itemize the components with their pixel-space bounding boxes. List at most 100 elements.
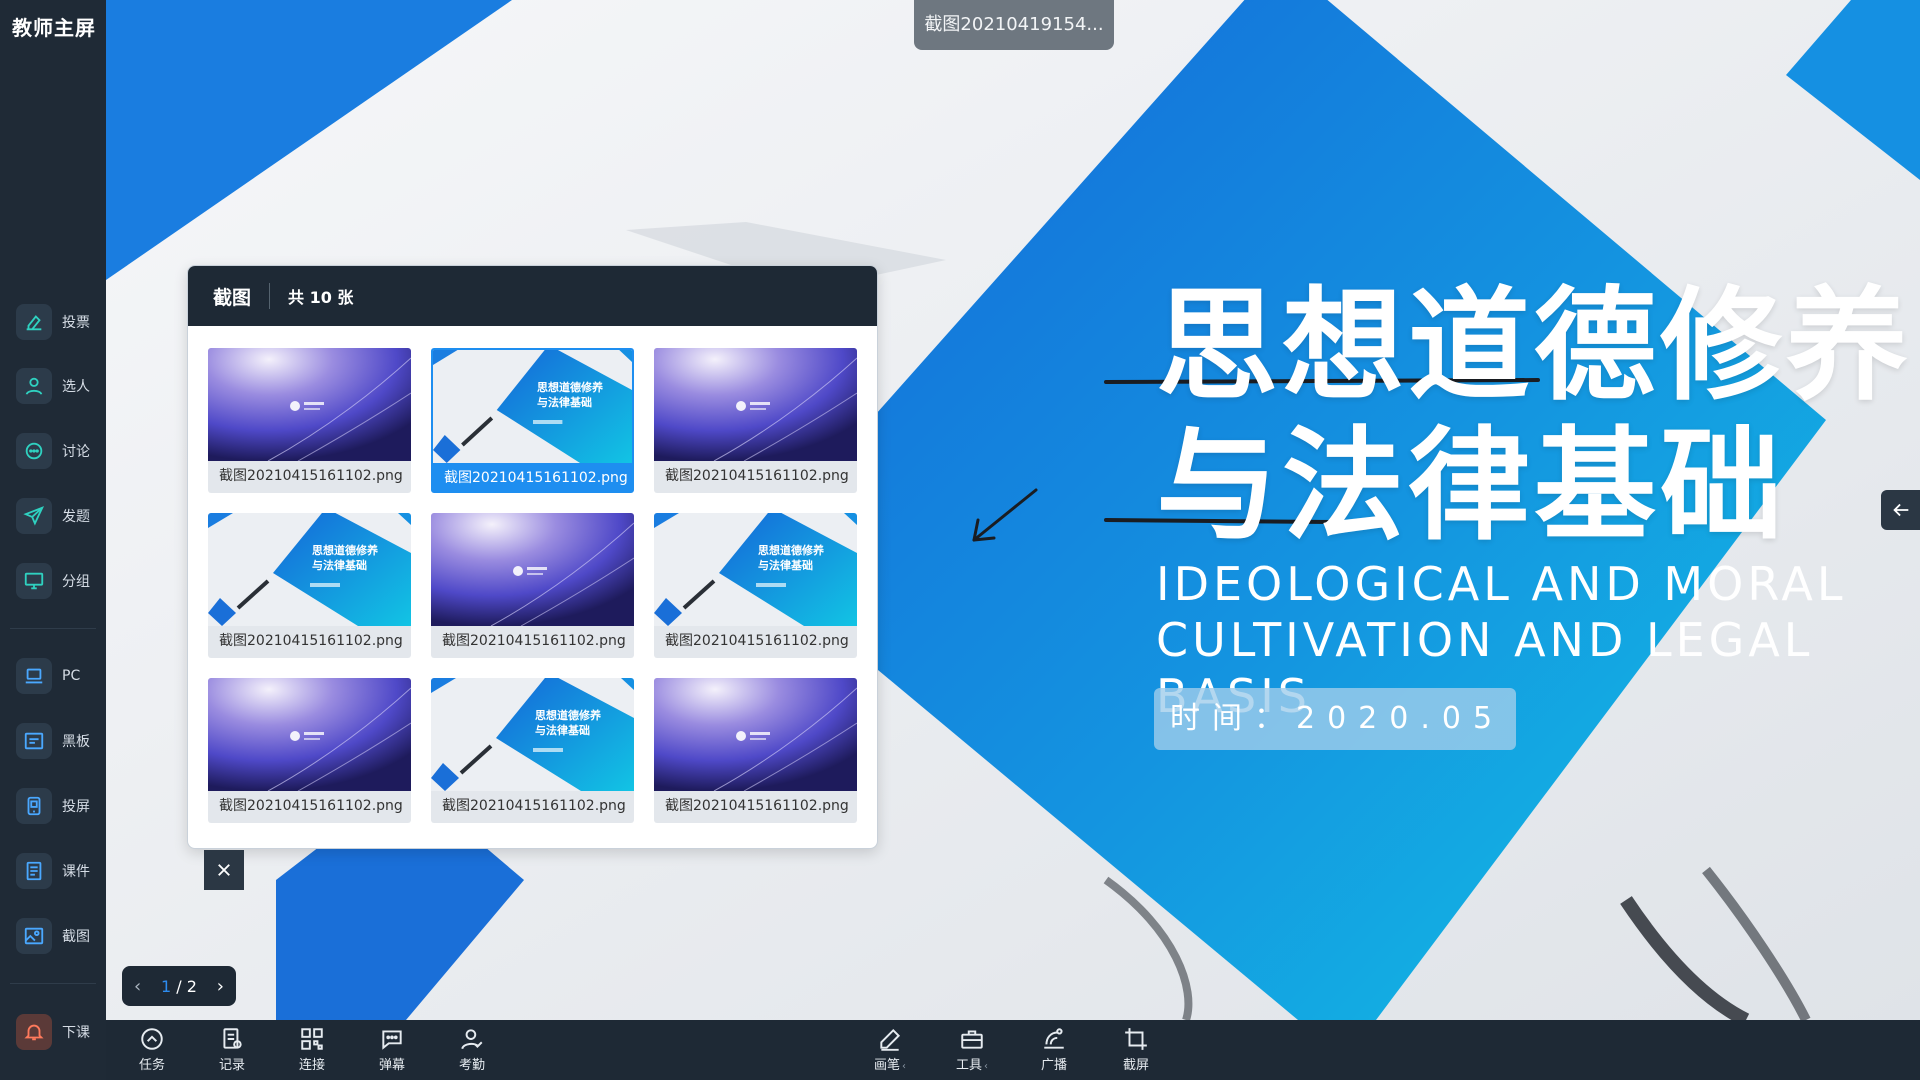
courseware-icon <box>16 853 52 889</box>
screenshot-thumbnail[interactable]: 思想道德修养 与法律基础 截图20210415161102.png <box>654 513 857 658</box>
screenshot-thumbnail[interactable]: 思想道德修养 与法律基础截图20210415161102.png <box>208 513 411 658</box>
screenshot-count: 共 10 张 <box>288 288 354 307</box>
thumbnail-slide-title: 思想道德修养 与法律基础 <box>535 709 601 737</box>
thumbnail-filename: 截图20210415161102.png <box>219 798 403 814</box>
toolbar-label: 工具 ‹ <box>955 1058 988 1073</box>
broadcast-icon <box>1044 1028 1064 1049</box>
thumbnail-filename: 截图20210415161102.png <box>219 468 403 484</box>
expand-panel-button[interactable] <box>1881 490 1920 530</box>
thumbnail-image <box>208 678 411 791</box>
screenshot-panel: 截图 共 10 张 截图20210415161102.png思想道德修养 与法律… <box>187 265 878 849</box>
vote-icon <box>16 304 52 340</box>
toolbar-attendance-button[interactable]: 考勤 <box>442 1026 502 1076</box>
sidebar-item-end-class[interactable]: 下课 <box>16 1010 100 1054</box>
toolbar-danmaku-button[interactable]: 弹幕 <box>362 1026 422 1076</box>
sidebar-item-board[interactable]: 黑板 <box>16 719 100 763</box>
sidebar-item-label: PC <box>62 668 81 684</box>
sidebar-item-screenshot[interactable]: 截图 <box>16 914 100 958</box>
panel-header: 截图 共 10 张 <box>188 266 877 326</box>
thumbnail-filename: 截图20210415161102.png <box>444 470 628 486</box>
sidebar-divider <box>10 628 96 629</box>
image-icon <box>16 918 52 954</box>
next-page-button[interactable]: › <box>217 976 224 997</box>
screenshot-thumbnail[interactable]: 截图20210415161102.png <box>208 678 411 823</box>
header-divider <box>269 283 271 309</box>
screenshot-thumbnail[interactable]: 思想道德修养 与法律基础截图20210415161102.png <box>431 348 634 493</box>
thumbnail-filename: 截图20210415161102.png <box>442 798 626 814</box>
toolbar-broadcast-button[interactable]: 广播 <box>1024 1026 1084 1076</box>
toolbar-label: 考勤 <box>458 1058 485 1073</box>
toolbar-label: 记录 <box>218 1058 245 1073</box>
sidebar-item-label: 下课 <box>62 1025 90 1041</box>
toolbar-label: 广播 <box>1040 1058 1067 1073</box>
thumbnail-image: 思想道德修养 与法律基础 <box>433 350 632 463</box>
chat-icon <box>16 433 52 469</box>
sidebar-item-discuss[interactable]: 讨论 <box>16 429 100 473</box>
screenshot-thumbnail[interactable]: 截图20210415161102.png <box>654 678 857 823</box>
toolbar-label: 截屏 <box>1122 1058 1149 1073</box>
sidebar-item-courseware[interactable]: 课件 <box>16 849 100 893</box>
screenshot-thumbnail[interactable]: 截图20210415161102.png <box>654 348 857 493</box>
slide-title-line1: 思想道德修养 <box>1156 275 1912 417</box>
danmaku-icon <box>382 1030 402 1050</box>
toolbar-tools-button[interactable]: 工具 ‹ <box>942 1026 1002 1076</box>
user-pick-icon <box>16 368 52 404</box>
sidebar-item-pick[interactable]: 选人 <box>16 364 100 408</box>
screenshot-thumbnail[interactable]: 思想道德修养 与法律基础截图20210415161102.png <box>431 678 634 823</box>
sidebar-item-group[interactable]: 分组 <box>16 559 100 603</box>
group-icon <box>16 563 52 599</box>
sidebar-item-pc[interactable]: PC <box>16 654 100 698</box>
prev-page-button[interactable]: ‹ <box>134 976 141 997</box>
thumbnail-slide-title: 思想道德修养 与法律基础 <box>312 544 378 572</box>
qrcode-icon <box>301 1028 323 1050</box>
task-icon <box>141 1028 163 1050</box>
toolbar-label: 连接 <box>298 1058 325 1073</box>
thumbnail-filename: 截图20210415161102.png <box>665 468 849 484</box>
page-indicator: 1 / 2 <box>161 977 197 996</box>
left-sidebar: 教师主屏 投票 选人 讨论 发题 分组 PC 黑板 投屏 课件 截图 下课 <box>0 0 106 1080</box>
toolbar-label: 任务 <box>138 1058 165 1073</box>
sidebar-item-send[interactable]: 发题 <box>16 494 100 538</box>
sidebar-item-label: 分组 <box>62 574 90 590</box>
bell-icon <box>16 1014 52 1050</box>
thumbnail-grid: 截图20210415161102.png 思想道德修养 与法律基础 截图202104… <box>208 348 860 823</box>
sidebar-item-vote[interactable]: 投票 <box>16 300 100 344</box>
thumbnail-image: 思想道德修养 与法律基础 <box>208 513 411 626</box>
sidebar-item-cast[interactable]: 投屏 <box>16 784 100 828</box>
page-separator: / <box>176 976 182 996</box>
page-total: 2 <box>186 976 197 996</box>
bottom-toolbar: 任务 记录 连接 弹幕 考勤 画笔 ‹ 工具 ‹ 广播 截屏 <box>106 1020 1920 1080</box>
toolbar-task-button[interactable]: 任务 <box>122 1026 182 1076</box>
toolbar-record-button[interactable]: 记录 <box>202 1026 262 1076</box>
slide-subtitle-line1: IDEOLOGICAL AND MORAL <box>1156 557 1847 611</box>
toolbox-icon <box>961 1030 983 1049</box>
screenshot-thumbnail[interactable]: 截图20210415161102.png <box>208 348 411 493</box>
thumbnail-slide-title: 思想道德修养 与法律基础 <box>537 381 603 409</box>
toolbar-label: 画笔 ‹ <box>873 1058 906 1073</box>
toolbar-connect-button[interactable]: 连接 <box>282 1026 342 1076</box>
sidebar-item-label: 投票 <box>62 315 90 331</box>
toolbar-pen-button[interactable]: 画笔 ‹ <box>860 1026 920 1076</box>
crop-icon <box>1125 1028 1147 1050</box>
sidebar-item-label: 课件 <box>62 864 90 880</box>
thumbnail-filename: 截图20210415161102.png <box>219 633 403 649</box>
thumbnail-image <box>654 678 857 791</box>
board-icon <box>16 723 52 759</box>
thumbnail-image <box>208 348 411 461</box>
toolbar-label: 弹幕 <box>378 1058 405 1073</box>
screenshot-thumbnail[interactable]: 截图20210415161102.png <box>431 513 634 658</box>
close-panel-button[interactable] <box>204 850 244 890</box>
thumbnail-slide-title: 思想道德修养 与法律基础 <box>758 544 824 572</box>
app-title: 教师主屏 <box>12 16 96 40</box>
panel-title: 截图 <box>213 286 252 309</box>
close-icon <box>218 864 230 876</box>
laptop-icon <box>16 658 52 694</box>
page-pager: ‹ 1 / 2 › <box>122 966 236 1006</box>
sidebar-item-label: 投屏 <box>62 799 90 815</box>
current-file-tab[interactable]: 截图20210419154... <box>914 0 1114 50</box>
pen-icon <box>880 1028 901 1051</box>
sidebar-item-label: 讨论 <box>62 444 90 460</box>
sidebar-item-label: 黑板 <box>62 734 90 750</box>
toolbar-screenshot-button[interactable]: 截屏 <box>1106 1026 1166 1076</box>
sidebar-item-label: 发题 <box>62 509 90 525</box>
